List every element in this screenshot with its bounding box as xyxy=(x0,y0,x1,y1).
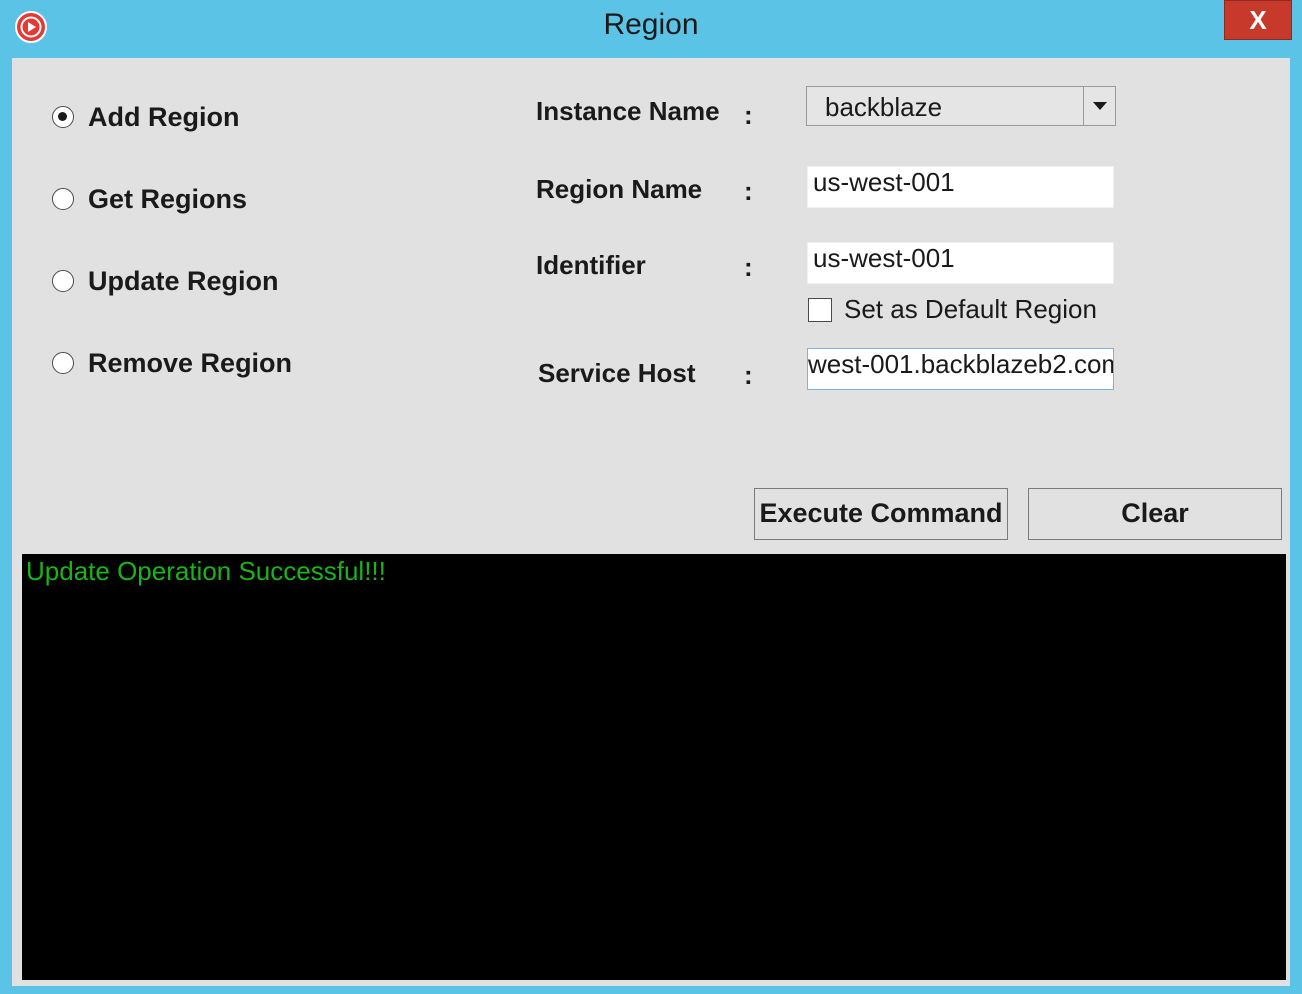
output-message: Update Operation Successful!!! xyxy=(26,556,386,586)
instance-name-value: backblaze xyxy=(825,92,943,122)
radio-label-remove-region[interactable]: Remove Region xyxy=(88,348,292,379)
default-region-checkbox[interactable] xyxy=(808,297,832,322)
identifier-label: Identifier xyxy=(536,250,646,280)
chevron-down-icon[interactable] xyxy=(1083,87,1115,125)
radio-add-region[interactable]: Add Region xyxy=(52,97,239,137)
radio-remove-region[interactable]: Remove Region xyxy=(52,343,292,383)
region-name-label: Region Name xyxy=(536,174,703,204)
default-region-label[interactable]: Set as Default Region xyxy=(844,294,1097,325)
radio-update-region[interactable]: Update Region xyxy=(52,261,279,301)
default-region-option[interactable]: Set as Default Region xyxy=(808,294,1097,325)
radio-button-get-regions[interactable] xyxy=(52,188,74,210)
identifier-colon: : xyxy=(744,252,753,282)
region-window: Region X Add Region Get Regions Update R… xyxy=(0,0,1302,994)
radio-button-update-region[interactable] xyxy=(52,270,74,292)
radio-label-update-region[interactable]: Update Region xyxy=(88,266,279,297)
instance-name-label: Instance Name xyxy=(536,96,720,126)
radio-button-remove-region[interactable] xyxy=(52,352,74,374)
client-area: Add Region Get Regions Update Region Rem… xyxy=(12,58,1290,986)
window-title: Region xyxy=(603,8,699,41)
radio-label-add-region[interactable]: Add Region xyxy=(88,102,239,133)
service-host-input[interactable]: west-001.backblazeb2.com xyxy=(807,348,1114,390)
title-bar[interactable]: Region X xyxy=(0,0,1302,58)
region-name-colon: : xyxy=(744,176,753,206)
service-host-colon: : xyxy=(744,360,753,390)
radio-label-get-regions[interactable]: Get Regions xyxy=(88,184,247,215)
radio-button-add-region[interactable] xyxy=(52,106,74,128)
instance-name-dropdown[interactable]: backblaze xyxy=(806,86,1116,126)
execute-command-button[interactable]: Execute Command xyxy=(754,488,1008,540)
instance-name-colon: : xyxy=(744,100,753,130)
close-button[interactable]: X xyxy=(1224,0,1292,40)
region-name-input[interactable]: us-west-001 xyxy=(807,166,1114,208)
radio-get-regions[interactable]: Get Regions xyxy=(52,179,247,219)
service-host-value: west-001.backblazeb2.com xyxy=(808,349,1114,379)
service-host-label: Service Host xyxy=(538,358,696,388)
clear-button[interactable]: Clear xyxy=(1028,488,1282,540)
identifier-input[interactable]: us-west-001 xyxy=(807,242,1114,284)
output-console: Update Operation Successful!!! xyxy=(22,554,1286,980)
